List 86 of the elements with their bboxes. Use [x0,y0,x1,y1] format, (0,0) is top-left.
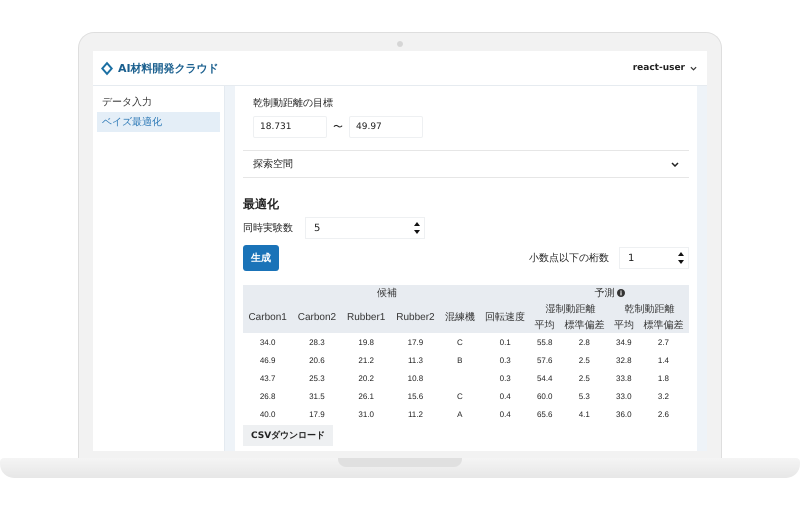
sidebar-item[interactable]: データ入力 [97,92,220,112]
table-cell-text: 0.4 [498,408,512,420]
csv-download-button[interactable]: CSVダウンロード [243,425,334,446]
table-cell-text: 15.6 [406,390,424,402]
table-cell-text: 31.5 [308,390,326,402]
table-cell: 19.8 [342,333,391,351]
column-header: Carbon1 [243,301,292,333]
subcolumn-header: 標準偏差 [558,317,610,333]
table-cell-text: 43.7 [258,372,276,384]
table-cell-text: 3.2 [656,390,670,402]
table-cell: 17.9 [390,333,440,351]
table-cell-text: 31.0 [357,408,375,420]
table-cell-text: 20.2 [357,372,375,384]
table-cell-text: 25.3 [308,372,326,384]
table-cell-text: 32.8 [615,354,633,366]
subcolumn-header: 平均 [610,317,638,333]
section-title: 最適化 [243,196,280,213]
table-cell-text: 5.3 [578,390,591,402]
table-cell-text: 36.0 [615,408,633,420]
table-cell: 55.8 [530,333,559,351]
table-cell: 2.7 [638,333,689,351]
table-cell-text: 11.2 [406,408,424,420]
table-cell: 34.9 [610,333,638,351]
chevron-icon [671,162,679,166]
table-cell-text: 33.8 [615,372,633,384]
subcolumn-header: 標準偏差 [638,317,689,333]
table-cell-text: C [456,390,464,402]
digits-label: 小数点以下の桁数 [529,252,609,265]
table-cell-text: 1.8 [656,372,670,384]
column-header: Rubber1 [342,301,391,333]
target-label: 乾制動距離の目標 [253,96,334,110]
spinner-icon[interactable] [678,251,684,265]
table-cell-text: 40.0 [258,408,276,420]
table-cell: 2.8 [558,333,610,351]
table-cell: 28.3 [292,333,342,351]
table-cell-text: 2.6 [656,408,670,420]
column-header: 混練機 [440,301,480,333]
column-header: 湿制動距離 [530,301,610,317]
table-cell: 0.1 [480,333,531,351]
spinner-icon[interactable] [414,221,420,235]
min-field[interactable]: 18.731 [253,116,327,138]
search-space-accordion[interactable]: 探索空間 [243,150,689,178]
table-cell-text: 57.6 [536,354,554,366]
app-title: AI材料開発クラウド [118,60,219,76]
subcolumn-header: 平均 [530,317,559,333]
user-menu[interactable]: react-user [630,61,699,75]
table-cell-text: 11.3 [406,354,424,366]
table-cell-text: 17.9 [308,408,326,420]
group-header: 候補 [243,285,531,301]
camera-icon [397,41,403,47]
caret-icon [690,66,697,70]
table-cell-text: 4.1 [578,408,591,420]
table-cell-text: 0.3 [498,372,512,384]
max-field[interactable]: 49.97 [349,116,423,138]
table-cell-text: 26.8 [258,390,276,402]
table-cell-text: 10.8 [406,372,424,384]
table-cell-text: 60.0 [536,390,554,402]
table-cell-text: 65.6 [536,408,554,420]
table-cell: C [440,333,480,351]
table-cell-text: B [456,354,464,366]
table-cell-text: 20.6 [308,354,326,366]
sidebar-item[interactable]: ベイズ最適化 [97,112,220,132]
count-label: 同時実験数 [243,222,293,235]
table-cell-text: 33.0 [615,390,633,402]
range-separator: 〜 [333,121,343,134]
table-cell-text: 0.3 [498,354,512,366]
table-cell-text: A [456,408,464,420]
info-icon [617,289,626,297]
table-cell: 34.0 [243,333,292,351]
table-cell-text: 2.5 [578,372,591,384]
group-header: 予測 [530,285,689,301]
table-cell-text: 26.1 [357,390,375,402]
table-cell-text: 21.2 [357,354,375,366]
column-header: 回転速度 [480,301,531,333]
table-cell-text: 46.9 [258,354,276,366]
column-header: Rubber2 [390,301,440,333]
generate-button[interactable]: 生成 [243,245,279,271]
count-field[interactable]: 5 [305,217,425,239]
table-cell-text: 0.4 [498,390,512,402]
digits-field[interactable]: 1 [619,247,689,269]
column-header: 乾制動距離 [610,301,689,317]
table-cell-text: 2.5 [578,354,591,366]
table-cell-text: 54.4 [536,372,554,384]
column-header: Carbon2 [292,301,342,333]
logo-icon [101,60,113,76]
table-cell-text: 1.4 [656,354,670,366]
